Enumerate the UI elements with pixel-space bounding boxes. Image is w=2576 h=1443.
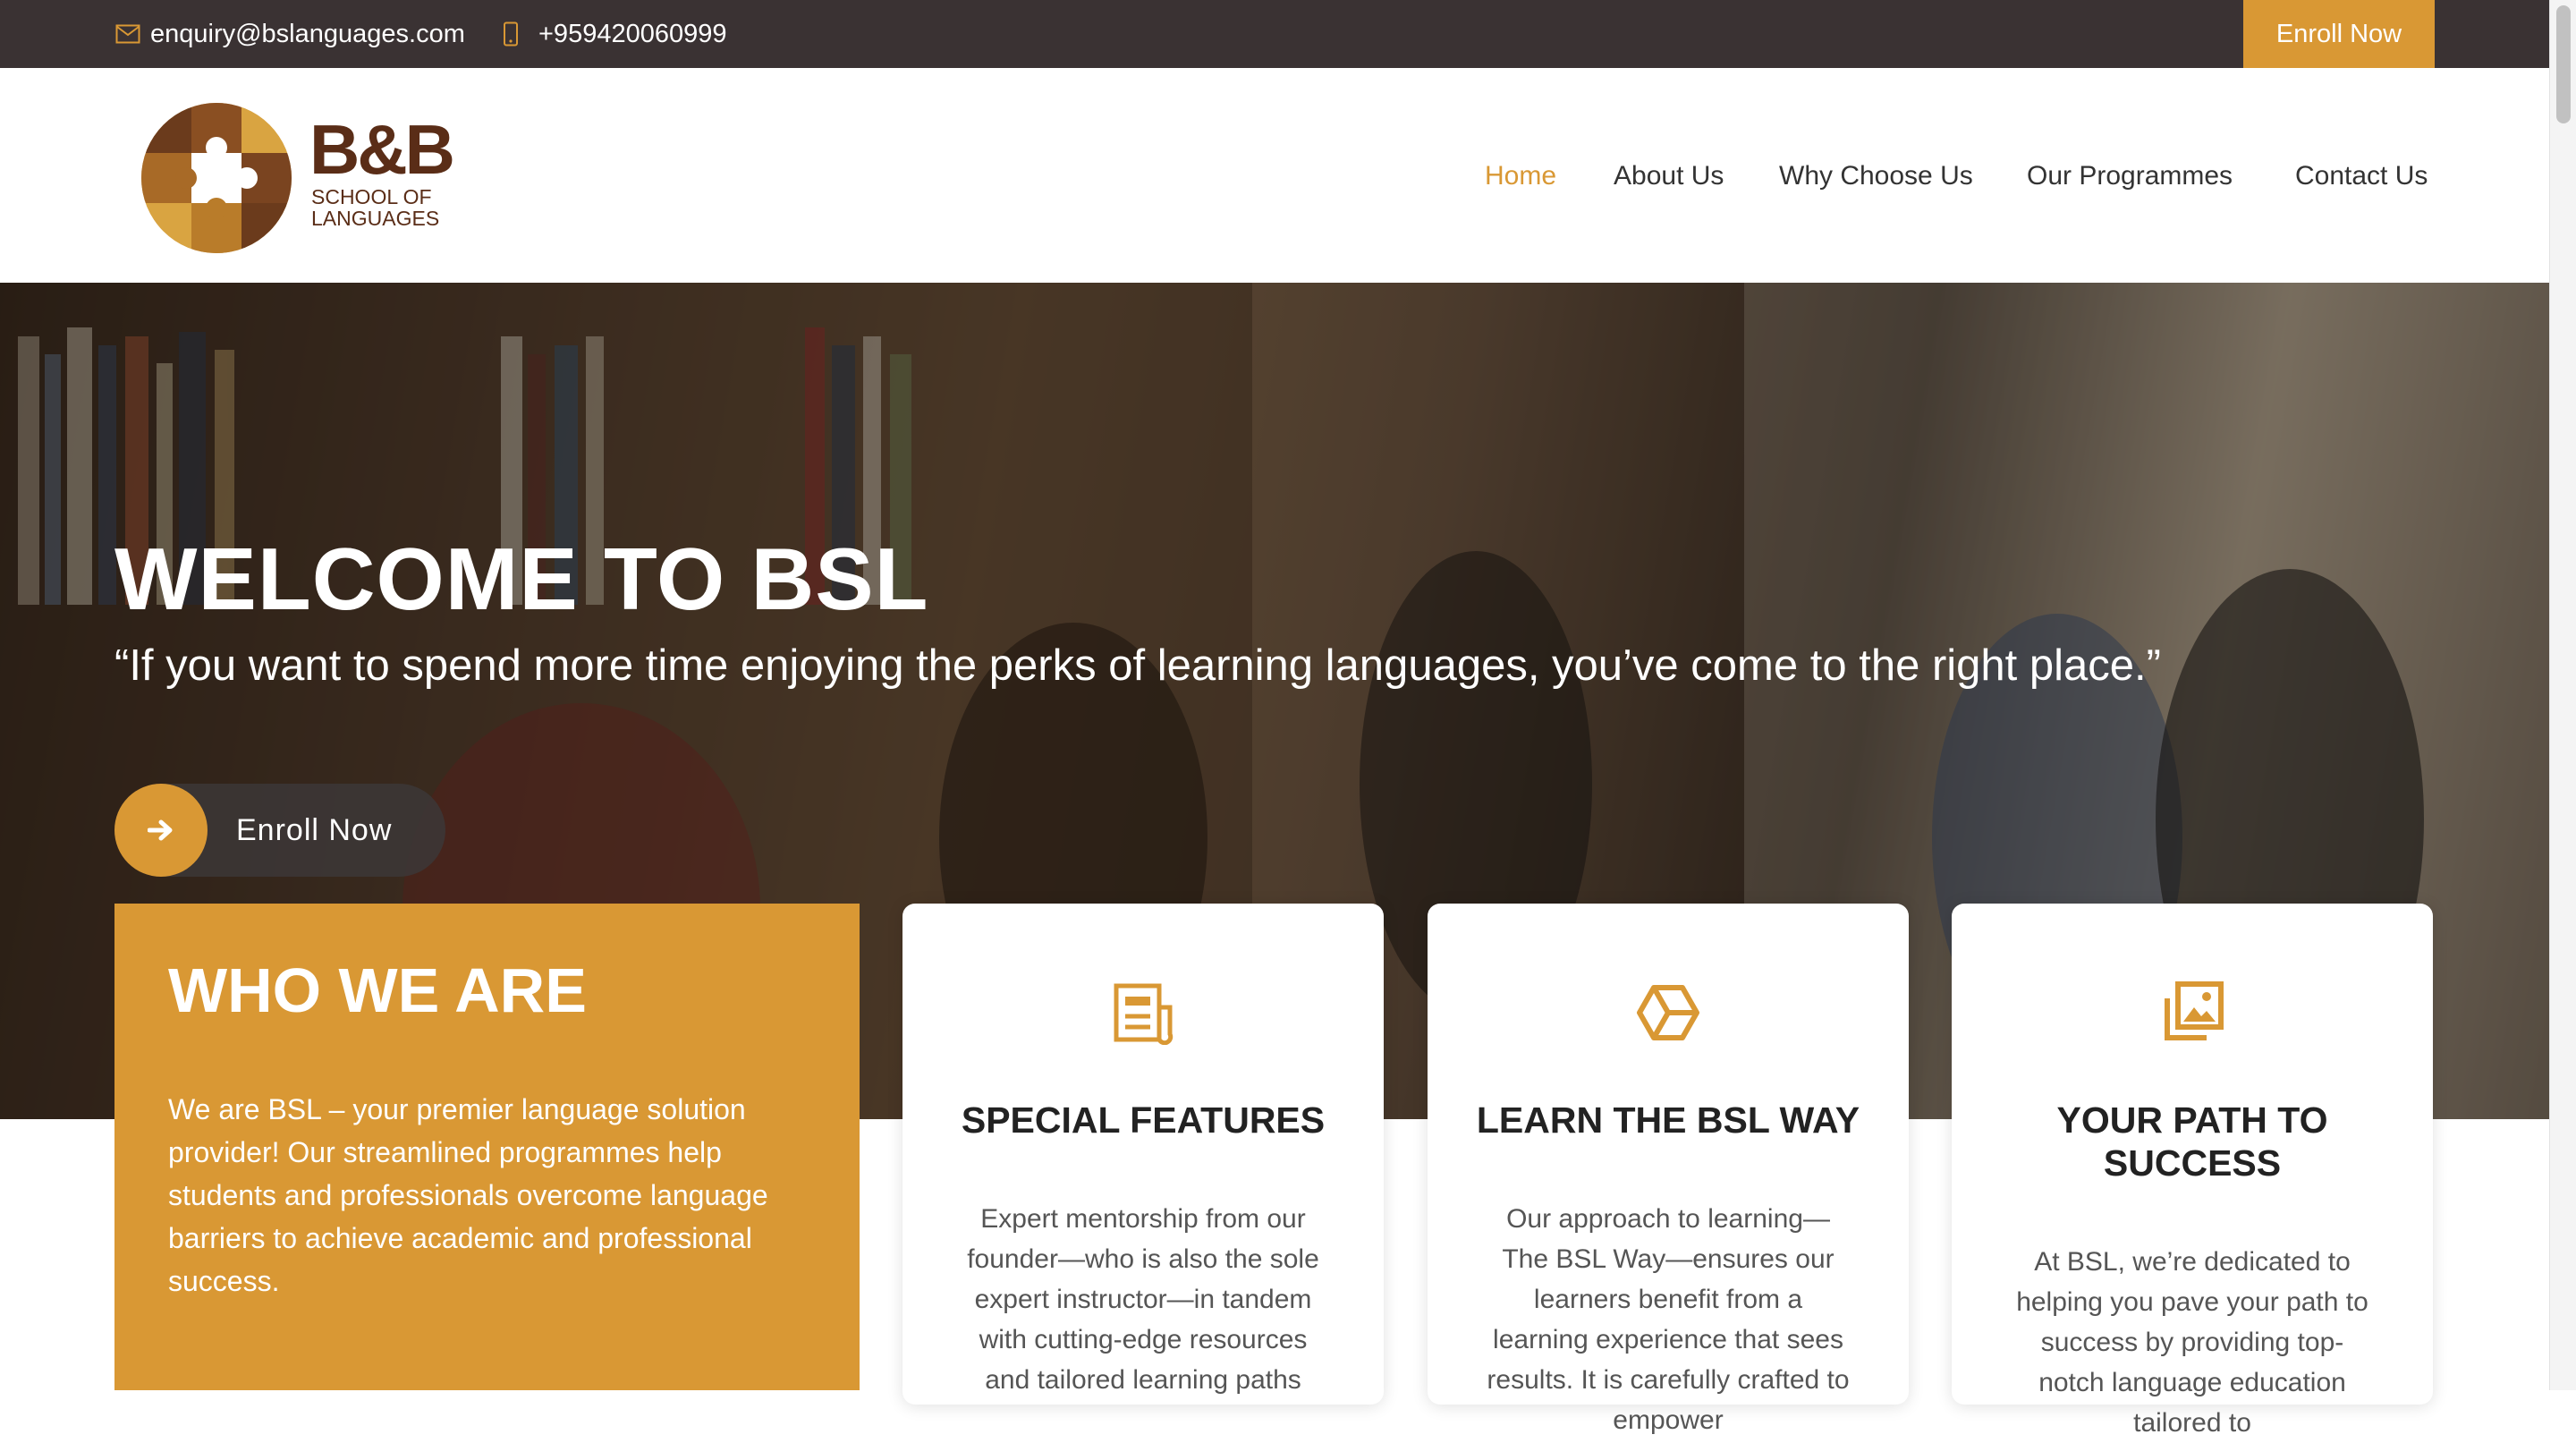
nav-our-programmes[interactable]: Our Programmes [2027,161,2233,191]
nav-home[interactable]: Home [1485,161,1556,191]
logo-subtitle: SCHOOL OF LANGUAGES [311,186,439,229]
nav-contact-us[interactable]: Contact Us [2295,161,2428,191]
who-we-are-text: We are BSL – your premier language solut… [168,1093,768,1297]
envelope-icon [114,21,141,47]
logo-puzzle-icon[interactable] [141,103,292,253]
arrow-right-icon[interactable] [114,784,208,877]
enroll-now-top-button[interactable]: Enroll Now [2243,0,2435,68]
hexagon-icon [1636,980,1700,1045]
hero-quote: “If you want to spend more time enjoying… [114,641,2161,690]
logo-wordmark[interactable]: B&B [309,115,455,184]
feature-card-special-features: SPECIAL FEATURES Expert mentorship from … [902,904,1384,1405]
email-text[interactable]: enquiry@bslanguages.com [150,20,465,49]
email-contact[interactable]: enquiry@bslanguages.com [114,0,465,68]
phone-contact[interactable]: +959420060999 [497,0,726,68]
page-scrollbar-track[interactable] [2549,0,2576,1390]
feature-card-title: YOUR PATH TO SUCCESS [2056,1099,2328,1184]
feature-card-text: Our approach to learning—The BSL Way—ens… [1487,1204,1850,1435]
phone-text[interactable]: +959420060999 [538,20,726,49]
phone-icon [497,21,524,47]
hero-enroll-now-button[interactable]: Enroll Now [114,784,445,877]
gallery-icon [2160,980,2224,1045]
nav-why-choose-us[interactable]: Why Choose Us [1779,161,1973,191]
top-bar: enquiry@bslanguages.com +959420060999 En… [0,0,2549,68]
hero-title: WELCOME TO BSL [114,530,929,628]
document-icon [1111,980,1175,1046]
feature-card-learn-the-bsl-way: LEARN THE BSL WAY Our approach to learni… [1428,904,1909,1435]
feature-card-text: At BSL, we’re dedicated to helping you p… [2016,1247,2368,1438]
page-scrollbar-thumb[interactable] [2556,5,2571,123]
hero-enroll-now-label[interactable]: Enroll Now [236,784,392,877]
feature-card-text: Expert mentorship from our founder—who i… [967,1204,1319,1395]
logo-subtitle-line1: SCHOOL OF [311,185,432,208]
feature-card-your-path-to-success: YOUR PATH TO SUCCESS At BSL, we’re dedic… [1952,904,2433,1438]
nav-about-us[interactable]: About Us [1614,161,1724,191]
feature-card-title: LEARN THE BSL WAY [1476,1099,1860,1141]
feature-card-title: SPECIAL FEATURES [961,1099,1326,1141]
who-we-are-card: WHO WE ARE We are BSL – your premier lan… [114,904,860,1390]
who-we-are-title: WHO WE ARE [168,955,587,1025]
logo-subtitle-line2: LANGUAGES [311,207,440,230]
